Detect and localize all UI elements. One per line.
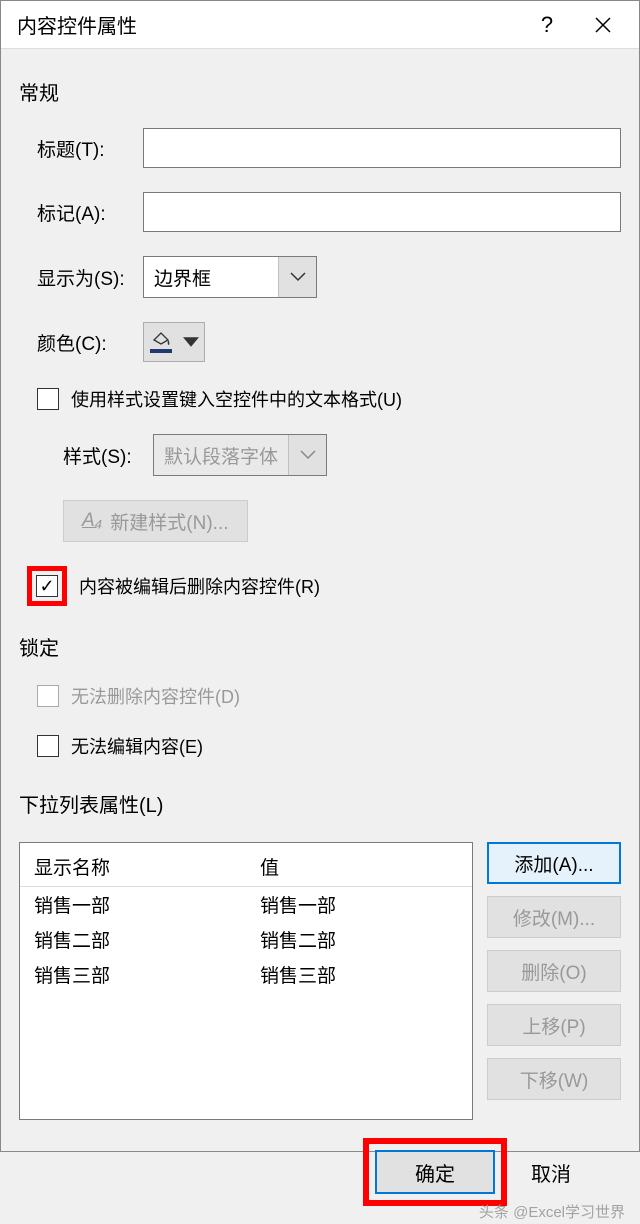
caret-down-icon [183, 337, 199, 347]
paint-bucket-icon [144, 323, 178, 361]
table-row[interactable]: 销售三部 销售三部 [20, 957, 472, 992]
close-button[interactable] [575, 1, 631, 49]
row-cannot-edit: 无法编辑内容(E) [37, 733, 621, 759]
dialog-title: 内容控件属性 [17, 10, 519, 39]
list-buttons: 添加(A)... 修改(M)... 删除(O) 上移(P) 下移(W) [487, 842, 621, 1120]
cell-display: 销售三部 [20, 957, 246, 992]
titlebar: 内容控件属性 ? [1, 1, 639, 49]
table-row[interactable]: 销售一部 销售一部 [20, 887, 472, 923]
ok-highlight: 确定 [363, 1138, 507, 1206]
color-picker[interactable] [143, 322, 205, 362]
dialog-footer: 确定 取消 [19, 1138, 621, 1206]
dropdown-listbox[interactable]: 显示名称 值 销售一部 销售一部 销售二部 销售二部 销售三部 销售三部 [19, 842, 473, 1120]
row-style: 样式(S): 默认段落字体 [63, 434, 621, 476]
row-tag: 标记(A): [37, 192, 621, 232]
cannot-edit-checkbox[interactable] [37, 735, 59, 757]
row-remove-on-edit: 内容被编辑后删除内容控件(R) [27, 566, 621, 606]
remove-on-edit-checkbox[interactable] [36, 575, 58, 597]
dropdown-list-area: 显示名称 值 销售一部 销售一部 销售二部 销售二部 销售三部 销售三部 [19, 842, 621, 1120]
title-input[interactable] [143, 128, 621, 168]
use-style-checkbox[interactable] [37, 388, 59, 410]
row-title: 标题(T): [37, 128, 621, 168]
col-value: 值 [246, 849, 472, 887]
dialog-content: 常规 标题(T): 标记(A): 显示为(S): 边界框 颜色(C): [1, 49, 639, 1224]
section-general: 常规 [19, 77, 621, 106]
style-value: 默认段落字体 [154, 435, 288, 475]
use-style-label: 使用样式设置键入空控件中的文本格式(U) [71, 386, 402, 412]
cannot-delete-label: 无法删除内容控件(D) [71, 683, 240, 709]
title-label: 标题(T): [37, 135, 143, 162]
modify-button: 修改(M)... [487, 896, 621, 938]
help-button[interactable]: ? [519, 1, 575, 49]
style-label: 样式(S): [63, 442, 153, 469]
section-dropdown: 下拉列表属性(L) [19, 789, 621, 818]
row-use-style: 使用样式设置键入空控件中的文本格式(U) [37, 386, 621, 412]
color-dropdown-button[interactable] [178, 323, 204, 361]
delete-button: 删除(O) [487, 950, 621, 992]
showas-label: 显示为(S): [37, 264, 143, 291]
showas-dropdown-button[interactable] [278, 257, 316, 297]
row-showas: 显示为(S): 边界框 [37, 256, 621, 298]
row-new-style: A₄ 新建样式(N)... [63, 500, 621, 542]
cell-display: 销售一部 [20, 887, 246, 923]
showas-select[interactable]: 边界框 [143, 256, 317, 298]
cell-value: 销售三部 [246, 957, 472, 992]
new-style-button: A₄ 新建样式(N)... [63, 500, 248, 542]
cancel-button[interactable]: 取消 [531, 1158, 621, 1187]
highlight-marker [27, 566, 67, 606]
style-select[interactable]: 默认段落字体 [153, 434, 327, 476]
cannot-delete-checkbox [37, 685, 59, 707]
new-style-label: 新建样式(N)... [110, 508, 228, 535]
col-display: 显示名称 [20, 849, 246, 887]
moveup-button: 上移(P) [487, 1004, 621, 1046]
cell-value: 销售二部 [246, 922, 472, 957]
style-dropdown-button[interactable] [288, 435, 326, 475]
cannot-edit-label: 无法编辑内容(E) [71, 733, 203, 759]
movedown-button: 下移(W) [487, 1058, 621, 1100]
add-button[interactable]: 添加(A)... [487, 842, 621, 884]
dialog-window: 内容控件属性 ? 常规 标题(T): 标记(A): 显示为(S): 边界框 颜 [0, 0, 640, 1152]
cell-display: 销售二部 [20, 922, 246, 957]
style-a-icon: A₄ [82, 510, 102, 532]
showas-value: 边界框 [144, 257, 278, 297]
section-lock: 锁定 [19, 632, 621, 661]
close-icon [594, 16, 612, 34]
row-cannot-delete: 无法删除内容控件(D) [37, 683, 621, 709]
chevron-down-icon [300, 450, 316, 460]
remove-on-edit-label: 内容被编辑后删除内容控件(R) [79, 573, 320, 599]
chevron-down-icon [290, 272, 306, 282]
ok-button[interactable]: 确定 [375, 1150, 495, 1194]
color-label: 颜色(C): [37, 329, 143, 356]
tag-input[interactable] [143, 192, 621, 232]
table-row[interactable]: 销售二部 销售二部 [20, 922, 472, 957]
row-color: 颜色(C): [37, 322, 621, 362]
tag-label: 标记(A): [37, 199, 143, 226]
cell-value: 销售一部 [246, 887, 472, 923]
dropdown-table: 显示名称 值 销售一部 销售一部 销售二部 销售二部 销售三部 销售三部 [20, 849, 472, 992]
